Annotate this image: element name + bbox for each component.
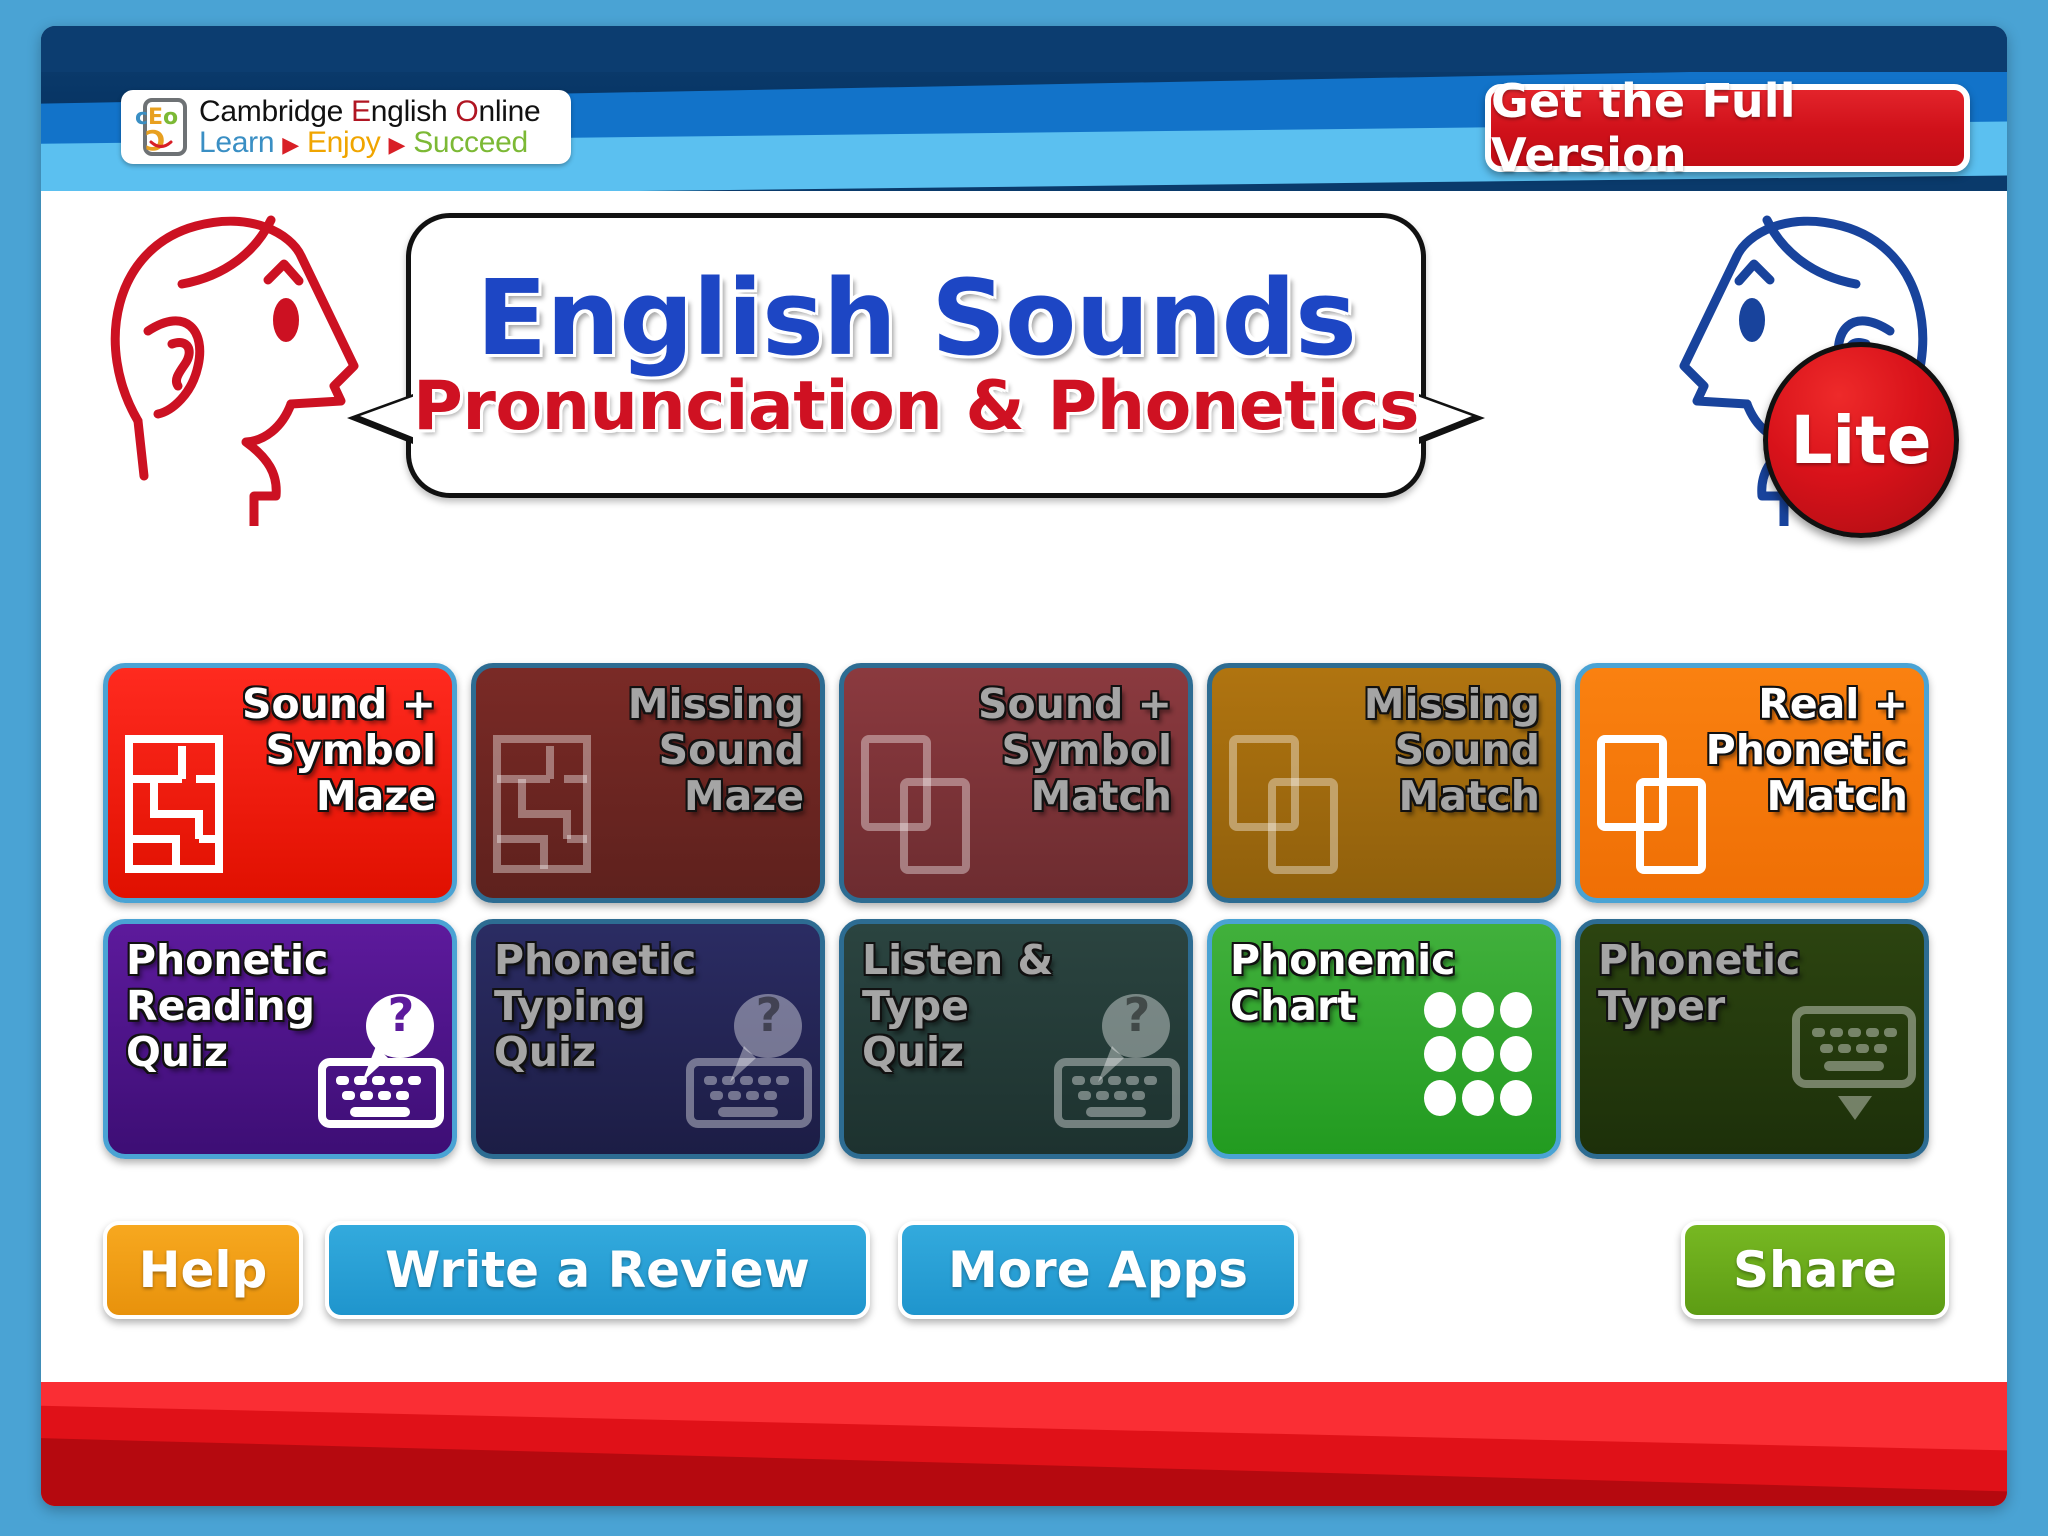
activity-tile-label: Sound + Symbol Maze: [241, 680, 436, 820]
maze-icon: [124, 734, 234, 884]
arrow-right-icon: ▶: [388, 132, 406, 157]
cambridge-english-online-logo[interactable]: c E o Ɔ Cambridge English Online Learn ▶…: [121, 90, 571, 164]
activity-tile-sound-symbol-match[interactable]: Sound + Symbol Match: [839, 663, 1193, 903]
activity-tile-phonetic-typing-quiz[interactable]: PhoneticTypingQuiz ? ?: [471, 919, 825, 1159]
share-button-label: Share: [1733, 1241, 1897, 1299]
activity-grid: Sound + Symbol Maze Missing Sound Maze Sound…: [103, 663, 1949, 1175]
grid-dots-icon: [1422, 990, 1532, 1140]
write-a-review-button[interactable]: Write a Review: [325, 1221, 870, 1319]
footer-bands: [41, 1382, 2007, 1506]
activity-tile-label: Real + Phonetic Match: [1705, 680, 1908, 820]
header-bar: c E o Ɔ Cambridge English Online Learn ▶…: [41, 26, 2007, 191]
red-head-profile-icon: [86, 196, 376, 531]
activity-tile-label: Listen & Type Quiz: [862, 936, 1054, 1076]
get-full-version-button[interactable]: Get the Full Version: [1485, 74, 1970, 182]
activity-tile-label: Phonetic Typer: [1598, 936, 1801, 1030]
page-title: English Sounds: [476, 256, 1357, 379]
activity-tile-sound-symbol-maze[interactable]: Sound + Symbol Maze: [103, 663, 457, 903]
cards-icon: [1596, 734, 1706, 884]
activity-tile-label: Sound + Symbol Match: [977, 680, 1172, 820]
cards-icon: [1228, 734, 1338, 884]
keyboard-question-icon: ? ?: [318, 988, 444, 1140]
keyboard-question-icon: ? ?: [686, 988, 812, 1140]
activity-tile-missing-sound-maze[interactable]: Missing Sound Maze: [471, 663, 825, 903]
help-button[interactable]: Help: [103, 1221, 303, 1319]
lite-badge[interactable]: Lite: [1763, 342, 1959, 538]
more-apps-button-label: More Apps: [947, 1241, 1249, 1299]
activity-row-2: PhoneticReadingQuiz ? ?PhoneticTypingQui…: [103, 919, 1949, 1159]
keyboard-question-icon: ? ?: [1054, 988, 1180, 1140]
header-navy-top-band: [41, 26, 2007, 72]
bottom-button-bar: Help Write a Review More Apps Share: [103, 1221, 1949, 1331]
activity-tile-label: Phonetic Reading Quiz: [126, 936, 329, 1076]
page-subtitle: Pronunciation & Phonetics: [412, 367, 1420, 447]
svg-text:Ɔ: Ɔ: [145, 124, 166, 156]
write-a-review-button-label: Write a Review: [385, 1241, 810, 1299]
arrow-right-icon: ▶: [282, 132, 299, 157]
question-mark-icon: ?: [387, 988, 415, 1042]
cards-icon: [860, 734, 970, 884]
activity-tile-label: Missing Sound Maze: [627, 680, 804, 820]
share-button[interactable]: Share: [1681, 1221, 1949, 1319]
question-mark-icon: ?: [1123, 988, 1151, 1042]
activity-tile-real-phonetic-match[interactable]: Real + Phonetic Match: [1575, 663, 1929, 903]
title-area: English Sounds Pronunciation & Phonetics…: [41, 191, 2007, 631]
lite-badge-label: Lite: [1790, 401, 1932, 479]
bubble-tail-left-inner: [360, 396, 415, 438]
more-apps-button[interactable]: More Apps: [898, 1221, 1298, 1319]
help-button-label: Help: [138, 1241, 268, 1299]
activity-tile-phonetic-typer[interactable]: Phonetic Typer: [1575, 919, 1929, 1159]
question-mark-icon: ?: [755, 988, 783, 1042]
activity-tile-label: Phonetic Typing Quiz: [494, 936, 697, 1076]
bubble-tail-right-inner: [1417, 396, 1472, 438]
logo-line-company: Cambridge English Online: [199, 94, 541, 128]
get-full-version-label: Get the Full Version: [1491, 74, 1796, 182]
title-speech-bubble: English Sounds Pronunciation & Phonetics: [347, 213, 1485, 498]
activity-row-1: Sound + Symbol Maze Missing Sound Maze Sound…: [103, 663, 1949, 903]
activity-tile-phonemic-chart[interactable]: Phonemic Chart: [1207, 919, 1561, 1159]
activity-tile-phonetic-reading-quiz[interactable]: PhoneticReadingQuiz ? ?: [103, 919, 457, 1159]
app-window: c E o Ɔ Cambridge English Online Learn ▶…: [41, 26, 2007, 1506]
activity-tile-missing-sound-match[interactable]: Missing Sound Match: [1207, 663, 1561, 903]
maze-icon: [492, 734, 602, 884]
activity-tile-label: Missing Sound Match: [1363, 680, 1540, 820]
logo-line-tagline: Learn ▶ Enjoy ▶ Succeed: [199, 126, 528, 159]
activity-tile-listen-type-quiz[interactable]: Listen &TypeQuiz ? ?: [839, 919, 1193, 1159]
keyboard-down-icon: [1790, 990, 1916, 1140]
ceo-logo-icon: c E o Ɔ: [133, 98, 189, 157]
logo-text: Cambridge English Online Learn ▶ Enjoy ▶…: [199, 94, 541, 159]
